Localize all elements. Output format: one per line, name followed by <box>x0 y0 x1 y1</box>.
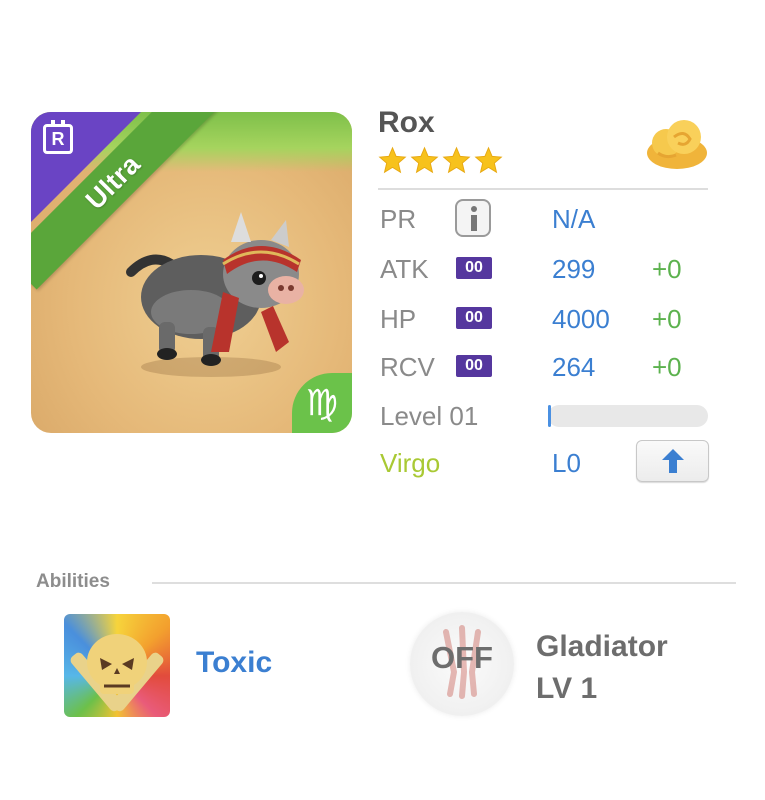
hp-bonus: +0 <box>652 304 682 334</box>
zodiac-label: Virgo <box>380 448 441 478</box>
atk-value: 299 <box>552 254 596 284</box>
hp-value: 4000 <box>552 304 610 334</box>
rarity-icon: R <box>43 120 73 154</box>
cloud-icon[interactable] <box>644 117 710 178</box>
hp-label: HP <box>380 304 417 334</box>
pet-name: Rox <box>378 106 435 139</box>
arrow-up-icon <box>661 449 684 473</box>
atk-label: ATK <box>380 254 429 284</box>
star-icon <box>378 146 407 174</box>
ability-secondary-status: OFF <box>431 640 493 675</box>
toxic-skull-icon[interactable] <box>64 614 170 717</box>
atk-bonus: +0 <box>652 254 682 284</box>
zodiac-level: L0 <box>552 448 581 478</box>
atk-plus-badge: 00 <box>456 257 492 279</box>
pr-label: PR <box>380 204 417 234</box>
ability-secondary-name: Gladiator <box>536 630 668 663</box>
rcv-plus-badge: 00 <box>456 355 492 377</box>
ability-primary-name: Toxic <box>196 646 273 679</box>
pet-card-art: Ultra R ♍ <box>31 112 352 433</box>
star-rating <box>378 146 503 175</box>
hp-plus-badge: 00 <box>456 307 492 329</box>
star-icon <box>474 146 503 174</box>
star-icon <box>410 146 439 174</box>
level-progress-bar <box>548 405 708 427</box>
pr-value: N/A <box>552 204 596 234</box>
level-label: Level 01 <box>380 401 479 431</box>
info-icon[interactable] <box>455 199 491 237</box>
star-icon <box>442 146 471 174</box>
upgrade-button[interactable] <box>636 440 709 482</box>
header-divider <box>378 188 708 190</box>
abilities-divider <box>152 582 736 584</box>
level-progress-fill <box>548 405 552 427</box>
ability-secondary-level: LV 1 <box>536 672 598 705</box>
boar-creature-art <box>111 202 311 387</box>
rcv-label: RCV <box>380 352 435 382</box>
rcv-value: 264 <box>552 352 596 382</box>
abilities-title: Abilities <box>36 571 110 592</box>
rcv-bonus: +0 <box>652 352 682 382</box>
